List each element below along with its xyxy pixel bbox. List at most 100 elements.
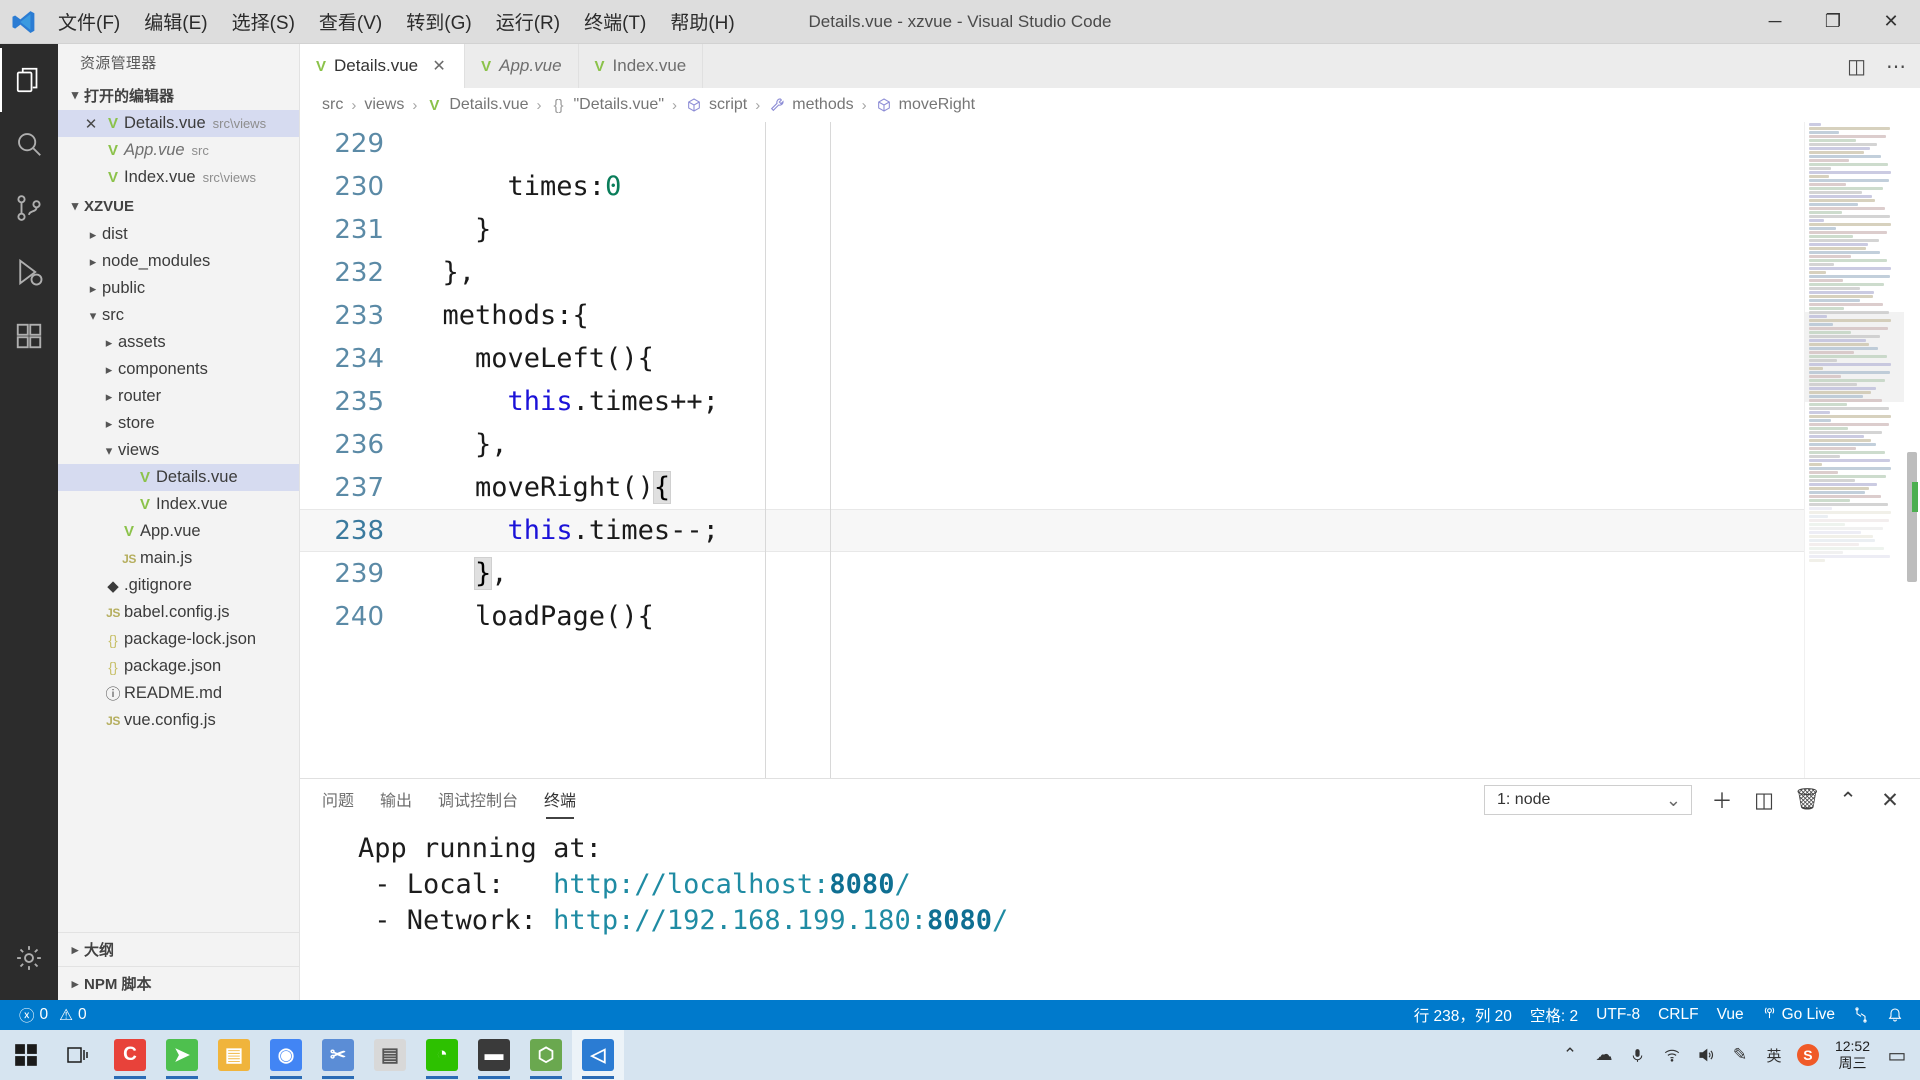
taskbar-nodejs[interactable]: ⬡ xyxy=(520,1030,572,1080)
code-line[interactable]: 233 methods:{ xyxy=(300,294,1804,337)
panel-tab-output[interactable]: 输出 xyxy=(380,787,412,814)
code-text[interactable]: methods:{ xyxy=(410,300,589,331)
section-npm-scripts[interactable]: ▸ NPM 脚本 xyxy=(58,966,299,1000)
taskbar-notepad[interactable]: ▤ xyxy=(364,1030,416,1080)
panel-tab-debug-console[interactable]: 调试控制台 xyxy=(438,787,518,814)
panel-tab-terminal[interactable]: 终端 xyxy=(544,787,576,819)
file-tree-item-package-json[interactable]: {} package.json xyxy=(58,653,299,680)
menu-file[interactable]: 文件(F) xyxy=(46,0,132,43)
file-tree-item-index-vue[interactable]: V Index.vue xyxy=(58,491,299,518)
file-tree-item-details-vue[interactable]: V Details.vue xyxy=(58,464,299,491)
kill-terminal-icon[interactable]: 🗑 xyxy=(1794,788,1821,812)
microphone-icon[interactable] xyxy=(1621,1030,1655,1080)
code-line[interactable]: 235 this.times++; xyxy=(300,380,1804,423)
code-text[interactable]: }, xyxy=(410,429,508,460)
run-debug-icon[interactable] xyxy=(0,240,58,304)
taskbar-clock[interactable]: 12:52 周三 xyxy=(1825,1038,1880,1073)
taskbar-wechat[interactable]: ◔ xyxy=(416,1030,468,1080)
code-line[interactable]: 231 } xyxy=(300,208,1804,251)
menu-run[interactable]: 运行(R) xyxy=(484,0,572,43)
source-control-icon[interactable] xyxy=(0,176,58,240)
minimap[interactable] xyxy=(1804,122,1904,778)
wifi-icon[interactable] xyxy=(1655,1030,1689,1080)
menu-terminal[interactable]: 终端(T) xyxy=(572,0,658,43)
minimize-button[interactable]: ─ xyxy=(1746,0,1804,43)
status-remote-icon[interactable] xyxy=(1844,1000,1878,1030)
menu-edit[interactable]: 编辑(E) xyxy=(132,0,219,43)
section-project-xzvue[interactable]: ▾ XZVUE xyxy=(58,191,299,221)
status-encoding[interactable]: UTF-8 xyxy=(1587,1000,1649,1030)
section-open-editors[interactable]: ▾ 打开的编辑器 xyxy=(58,80,299,110)
new-terminal-icon[interactable]: ＋ xyxy=(1710,785,1734,815)
menu-selection[interactable]: 选择(S) xyxy=(220,0,307,43)
breadcrumb-item-details-vue[interactable]: V Details.vue xyxy=(425,96,528,114)
code-line[interactable]: 236 }, xyxy=(300,423,1804,466)
file-tree-item-store[interactable]: ▸ store xyxy=(58,410,299,437)
file-tree-item-main-js[interactable]: JS main.js xyxy=(58,545,299,572)
taskbar-chrome[interactable]: ◉ xyxy=(260,1030,312,1080)
split-terminal-icon[interactable]: ◫ xyxy=(1752,788,1776,813)
code-line[interactable]: 240 loadPage(){ xyxy=(300,595,1804,638)
file-tree-item-node-modules[interactable]: ▸ node_modules xyxy=(58,248,299,275)
terminal-output[interactable]: App running at: - Local: http://localhos… xyxy=(300,821,1920,1000)
ime-icon[interactable]: 英 xyxy=(1757,1030,1791,1080)
breadcrumb-item-views[interactable]: views xyxy=(364,96,404,114)
menu-go[interactable]: 转到(G) xyxy=(394,0,483,43)
code-text[interactable]: } xyxy=(410,214,491,245)
code-text[interactable]: moveLeft(){ xyxy=(410,343,654,374)
more-actions-icon[interactable]: ⋯ xyxy=(1886,54,1906,79)
task-view-button[interactable] xyxy=(52,1030,104,1080)
code-editor[interactable]: 229 230 times:0 231 } 232 }, 233 methods:{23… xyxy=(300,122,1920,778)
code-line[interactable]: 230 times:0 xyxy=(300,165,1804,208)
status-notifications-icon[interactable] xyxy=(1878,1000,1912,1030)
gear-icon[interactable] xyxy=(0,926,58,990)
tab-index-vue[interactable]: V Index.vue xyxy=(578,44,704,88)
file-tree-item-gitignore[interactable]: ◆ .gitignore xyxy=(58,572,299,599)
file-tree-item-babel-config-js[interactable]: JS babel.config.js xyxy=(58,599,299,626)
code-text[interactable]: loadPage(){ xyxy=(410,601,654,632)
explorer-icon[interactable] xyxy=(0,48,58,112)
action-center-icon[interactable]: ▭ xyxy=(1880,1030,1914,1080)
code-text[interactable]: times:0 xyxy=(410,171,622,202)
close-icon[interactable]: ✕ xyxy=(80,115,102,133)
status-eol[interactable]: CRLF xyxy=(1649,1000,1707,1030)
terminal-select[interactable]: 1: node ⌄ xyxy=(1484,785,1692,815)
open-editor-details-vue[interactable]: ✕ V Details.vue src\views xyxy=(58,110,299,137)
code-line[interactable]: 237 moveRight(){ xyxy=(300,466,1804,509)
close-button[interactable]: ✕ xyxy=(1862,0,1920,43)
file-tree-item-src[interactable]: ▾ src xyxy=(58,302,299,329)
volume-icon[interactable] xyxy=(1689,1030,1723,1080)
code-line[interactable]: 238 this.times--; xyxy=(300,509,1804,552)
taskbar-cmd[interactable]: ▬ xyxy=(468,1030,520,1080)
breadcrumb-item-moveright[interactable]: moveRight xyxy=(875,96,975,114)
file-tree-item-readme-md[interactable]: ⓘ README.md xyxy=(58,680,299,707)
code-line[interactable]: 239 }, xyxy=(300,552,1804,595)
split-editor-icon[interactable]: ◫ xyxy=(1847,54,1866,79)
close-icon[interactable]: ✕ xyxy=(430,56,448,76)
taskbar-vscode[interactable]: ◁ xyxy=(572,1030,624,1080)
file-tree-item-components[interactable]: ▸ components xyxy=(58,356,299,383)
tab-app-vue[interactable]: V App.vue xyxy=(465,44,579,88)
panel-tab-problems[interactable]: 问题 xyxy=(322,787,354,814)
code-line[interactable]: 229 xyxy=(300,122,1804,165)
file-tree-item-router[interactable]: ▸ router xyxy=(58,383,299,410)
sogou-icon[interactable]: S xyxy=(1791,1030,1825,1080)
breadcrumb-item-src[interactable]: src xyxy=(322,96,343,114)
breadcrumb-item-methods[interactable]: methods xyxy=(768,96,854,114)
breadcrumb-item-details-vue-symbol[interactable]: {} "Details.vue" xyxy=(550,96,664,114)
status-cursor-position[interactable]: 行 238，列 20 xyxy=(1405,1000,1521,1030)
maximize-panel-icon[interactable]: ⌃ xyxy=(1836,788,1860,813)
tab-details-vue[interactable]: V Details.vue ✕ xyxy=(300,44,466,88)
extensions-icon[interactable] xyxy=(0,304,58,368)
file-tree-item-package-lock-json[interactable]: {} package-lock.json xyxy=(58,626,299,653)
file-tree-item-views[interactable]: ▾ views xyxy=(58,437,299,464)
file-tree-item-app-vue[interactable]: V App.vue xyxy=(58,518,299,545)
file-tree-item-public[interactable]: ▸ public xyxy=(58,275,299,302)
status-problems[interactable]: ⓧ 0 ⚠ 0 xyxy=(10,1000,96,1030)
scrollbar-thumb[interactable] xyxy=(1907,452,1917,582)
taskbar-snipaste[interactable]: ✂ xyxy=(312,1030,364,1080)
editor-scrollbar[interactable] xyxy=(1904,122,1920,778)
pen-icon[interactable]: ✎ xyxy=(1723,1030,1757,1080)
start-button[interactable] xyxy=(0,1030,52,1080)
section-outline[interactable]: ▸ 大纲 xyxy=(58,932,299,966)
